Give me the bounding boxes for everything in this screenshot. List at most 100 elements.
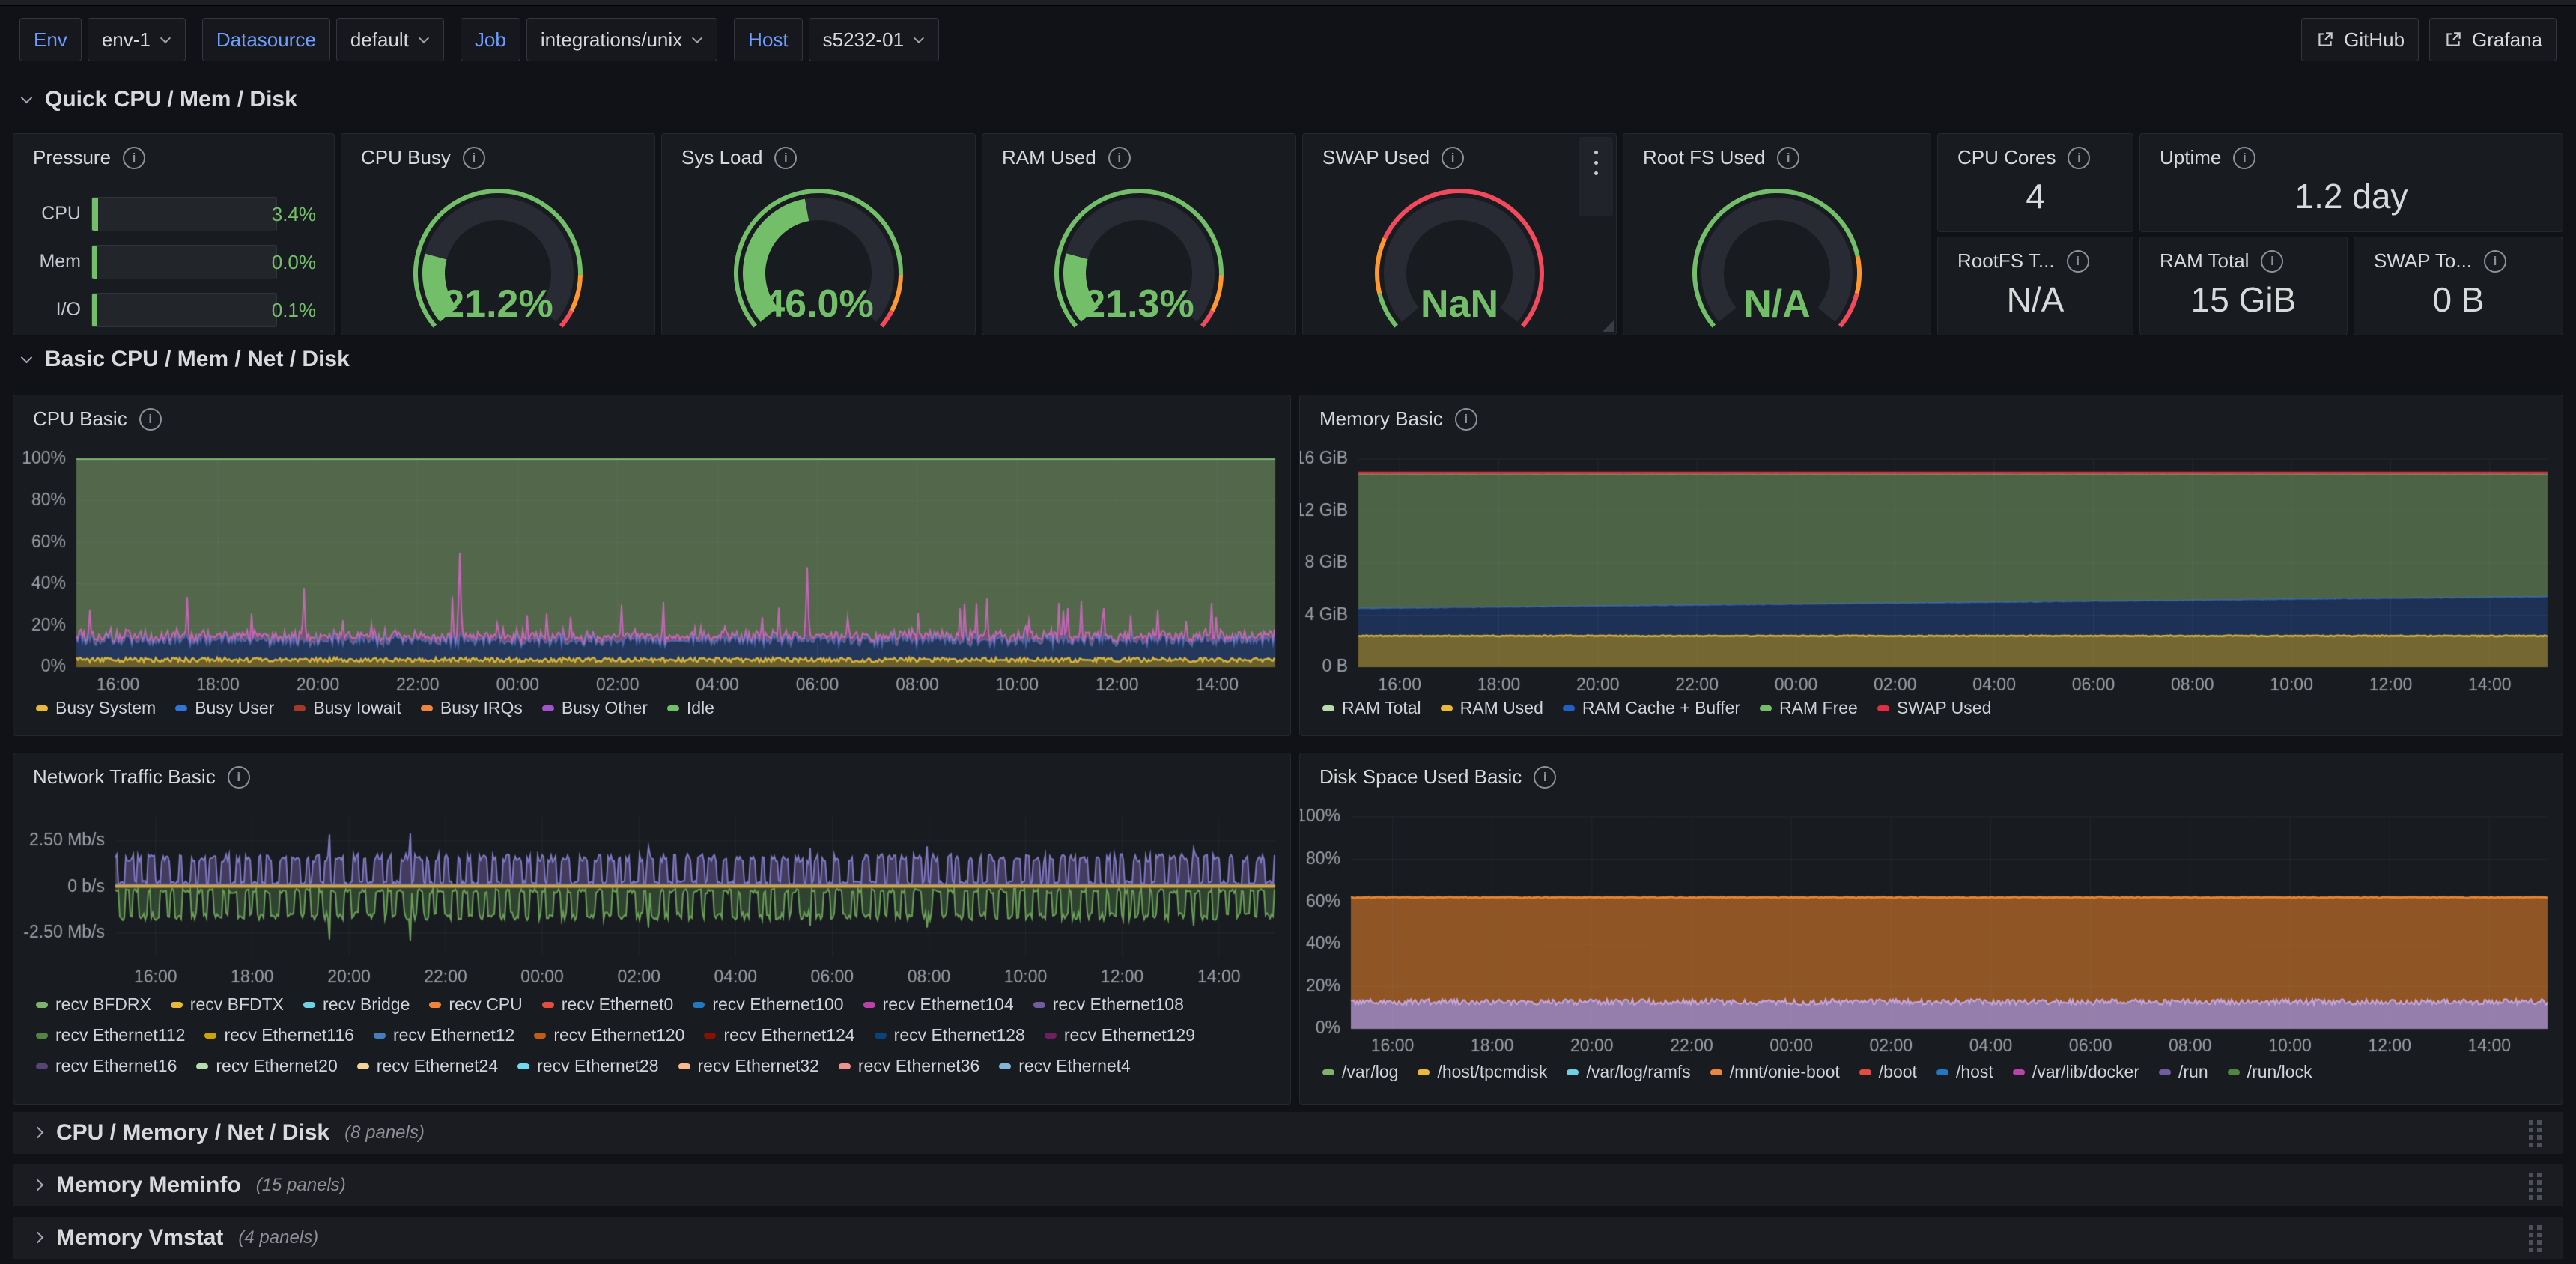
- drag-handle-icon[interactable]: [2527, 1224, 2544, 1252]
- variable-job: Job integrations/unix: [461, 18, 717, 61]
- legend-item[interactable]: Busy System: [36, 698, 156, 718]
- legend-item[interactable]: recv Ethernet20: [196, 1056, 337, 1076]
- legend-label: /run: [2178, 1062, 2208, 1082]
- legend-item[interactable]: Busy IRQs: [421, 698, 523, 718]
- panel-title[interactable]: RAM Total: [2160, 249, 2249, 273]
- legend-item[interactable]: /run: [2159, 1062, 2208, 1082]
- pressure-bar[interactable]: [91, 293, 277, 327]
- panel-title[interactable]: CPU Basic: [33, 407, 127, 431]
- legend-item[interactable]: RAM Free: [1760, 698, 1858, 718]
- panel-title[interactable]: Disk Space Used Basic: [1319, 765, 1522, 789]
- info-icon[interactable]: i: [228, 766, 250, 789]
- legend-item[interactable]: recv Bridge: [303, 994, 410, 1015]
- row-header-quick[interactable]: Quick CPU / Mem / Disk: [18, 87, 297, 112]
- legend-item[interactable]: Busy Other: [542, 698, 648, 718]
- info-icon[interactable]: i: [1534, 766, 1556, 789]
- panel-title[interactable]: Network Traffic Basic: [33, 765, 216, 789]
- legend-item[interactable]: recv Ethernet104: [863, 994, 1014, 1015]
- info-icon[interactable]: i: [139, 408, 162, 431]
- legend-item[interactable]: RAM Total: [1322, 698, 1421, 718]
- root-fs-used-gauge[interactable]: N/A: [1620, 161, 1934, 333]
- legend-item[interactable]: Busy User: [175, 698, 274, 718]
- variable-datasource-select[interactable]: default: [336, 18, 444, 61]
- panel-title[interactable]: Memory Basic: [1319, 407, 1443, 431]
- legend-item[interactable]: /host: [1936, 1062, 1993, 1082]
- legend-item[interactable]: /var/log: [1322, 1062, 1398, 1082]
- info-icon[interactable]: i: [2484, 250, 2506, 273]
- legend-item[interactable]: recv Ethernet32: [678, 1056, 819, 1076]
- legend-item[interactable]: Idle: [667, 698, 714, 718]
- legend-item[interactable]: recv Ethernet0: [542, 994, 674, 1015]
- panel-title[interactable]: Uptime: [2160, 146, 2221, 169]
- pressure-bar[interactable]: [91, 197, 277, 231]
- legend-item[interactable]: recv Ethernet16: [36, 1056, 177, 1076]
- legend-item[interactable]: /boot: [1859, 1062, 1917, 1082]
- variable-env-select[interactable]: env-1: [88, 18, 186, 61]
- row-header-basic[interactable]: Basic CPU / Mem / Net / Disk: [18, 347, 350, 372]
- legend-item[interactable]: /var/log/ramfs: [1567, 1062, 1690, 1082]
- legend-item[interactable]: recv Ethernet124: [704, 1025, 854, 1045]
- info-icon[interactable]: i: [2068, 147, 2090, 169]
- row-memory-meminfo[interactable]: Memory Meminfo (15 panels): [13, 1164, 2563, 1206]
- legend-label: /var/log/ramfs: [1586, 1062, 1690, 1082]
- panel-resize-handle[interactable]: [1602, 320, 1614, 332]
- pressure-bar[interactable]: [91, 245, 277, 279]
- legend-item[interactable]: RAM Cache + Buffer: [1563, 698, 1740, 718]
- legend-item[interactable]: recv Ethernet24: [357, 1056, 498, 1076]
- legend-item[interactable]: Busy Iowait: [294, 698, 401, 718]
- panel-title[interactable]: SWAP To...: [2374, 249, 2472, 273]
- github-link-button[interactable]: GitHub: [2301, 18, 2419, 61]
- legend-item[interactable]: /host/tpcmdisk: [1418, 1062, 1547, 1082]
- row-cpu-memory-net-disk[interactable]: CPU / Memory / Net / Disk (8 panels): [13, 1112, 2563, 1154]
- legend-item[interactable]: recv Ethernet36: [839, 1056, 979, 1076]
- legend-item[interactable]: recv Ethernet120: [534, 1025, 684, 1045]
- legend-item[interactable]: SWAP Used: [1877, 698, 1992, 718]
- legend-item[interactable]: /var/lib/docker: [2013, 1062, 2139, 1082]
- legend-item[interactable]: recv Ethernet112: [36, 1025, 185, 1045]
- ram-used-gauge[interactable]: 21.3%: [982, 161, 1296, 333]
- drag-handle-icon[interactable]: [2527, 1119, 2544, 1147]
- legend-item[interactable]: recv Ethernet129: [1045, 1025, 1195, 1045]
- legend-swatch: [1418, 1069, 1430, 1075]
- drag-handle-icon[interactable]: [2527, 1171, 2544, 1200]
- legend-item[interactable]: recv CPU: [429, 994, 522, 1015]
- swap-used-gauge[interactable]: NaN: [1302, 161, 1617, 333]
- legend-swatch: [2228, 1069, 2240, 1075]
- info-icon[interactable]: i: [2233, 147, 2255, 169]
- cpu-busy-gauge[interactable]: 21.2%: [341, 161, 655, 333]
- legend-label: recv Ethernet4: [1018, 1056, 1131, 1076]
- legend-label: /boot: [1879, 1062, 1917, 1082]
- legend-item[interactable]: /run/lock: [2228, 1062, 2312, 1082]
- variable-job-select[interactable]: integrations/unix: [526, 18, 717, 61]
- legend-item[interactable]: recv Ethernet128: [875, 1025, 1025, 1045]
- legend-item[interactable]: recv Ethernet12: [374, 1025, 514, 1045]
- panel-title[interactable]: Pressure: [33, 146, 111, 169]
- disk-space-chart[interactable]: [1300, 798, 2563, 1057]
- legend-item[interactable]: recv Ethernet116: [204, 1025, 353, 1045]
- panel-title[interactable]: CPU Cores: [1957, 146, 2056, 169]
- legend-item[interactable]: recv Ethernet4: [999, 1056, 1131, 1076]
- legend-item[interactable]: RAM Used: [1441, 698, 1543, 718]
- memory-basic-chart[interactable]: [1300, 440, 2563, 695]
- panel-title[interactable]: RootFS T...: [1957, 249, 2055, 273]
- variable-host-select[interactable]: s5232-01: [809, 18, 939, 61]
- legend-item[interactable]: recv Ethernet108: [1033, 994, 1184, 1015]
- legend-swatch: [704, 1033, 716, 1039]
- legend-item[interactable]: recv Ethernet100: [693, 994, 843, 1015]
- network-traffic-chart[interactable]: [13, 798, 1290, 989]
- legend-item[interactable]: /mnt/onie-boot: [1710, 1062, 1840, 1082]
- legend-item[interactable]: recv Ethernet28: [517, 1056, 658, 1076]
- legend-item[interactable]: recv BFDRX: [36, 994, 151, 1015]
- sys-load-gauge[interactable]: 46.0%: [661, 161, 976, 333]
- grafana-link-button[interactable]: Grafana: [2429, 18, 2557, 61]
- row-memory-vmstat[interactable]: Memory Vmstat (4 panels): [13, 1217, 2563, 1259]
- info-icon[interactable]: i: [2261, 250, 2283, 273]
- variable-datasource-value: default: [350, 28, 409, 52]
- window-top-edge: [0, 0, 2576, 6]
- legend-swatch: [36, 705, 48, 711]
- info-icon[interactable]: i: [1455, 408, 1477, 431]
- info-icon[interactable]: i: [123, 147, 145, 169]
- legend-item[interactable]: recv BFDTX: [171, 994, 284, 1015]
- cpu-basic-chart[interactable]: [13, 440, 1290, 695]
- info-icon[interactable]: i: [2067, 250, 2089, 273]
